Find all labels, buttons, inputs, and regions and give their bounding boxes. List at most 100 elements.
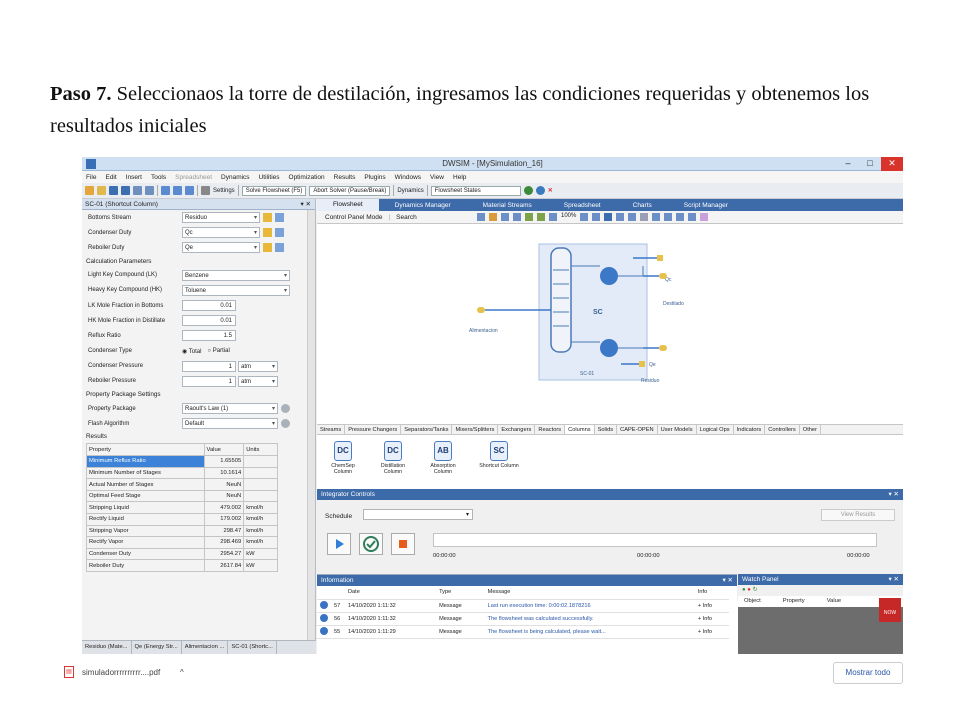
- settings-icon[interactable]: [281, 404, 290, 414]
- chemsep-column-item[interactable]: DC ChemSep Column: [323, 441, 363, 475]
- lk-select[interactable]: Benzene ▾: [182, 269, 290, 281]
- color-icon[interactable]: [700, 213, 709, 221]
- delete-icon[interactable]: ✕: [548, 187, 553, 194]
- radio-total[interactable]: ◉ Total: [182, 348, 201, 355]
- chevron-up-icon[interactable]: ^: [180, 668, 184, 677]
- more-info-button[interactable]: + Info: [694, 612, 729, 626]
- tab-columns[interactable]: Columns: [565, 425, 595, 434]
- refresh-icon[interactable]: ↻: [753, 587, 758, 593]
- tab-controllers[interactable]: Controllers: [765, 425, 800, 434]
- more-info-button[interactable]: + Info: [694, 599, 729, 613]
- layout-icon[interactable]: [616, 213, 625, 221]
- condenser-pressure-unit[interactable]: atm ▾: [238, 360, 278, 372]
- feed-stream-marker[interactable]: [477, 307, 485, 313]
- radio-partial[interactable]: ○ Partial: [207, 348, 229, 354]
- zoom-level[interactable]: 100%: [561, 213, 576, 221]
- tab-other[interactable]: Other: [800, 425, 821, 434]
- menu-help[interactable]: Help: [453, 174, 466, 181]
- pin-icon[interactable]: ▾ ✕: [888, 574, 899, 585]
- flash-algorithm-select[interactable]: Default ▾: [182, 418, 278, 430]
- zoom-icon[interactable]: [549, 213, 557, 221]
- layout-icon[interactable]: [161, 186, 170, 195]
- copy-icon[interactable]: [501, 213, 509, 221]
- menu-tools[interactable]: Tools: [151, 174, 166, 181]
- edit-icon[interactable]: [275, 228, 284, 238]
- control-panel-mode-button[interactable]: Control Panel Mode: [325, 211, 382, 223]
- maximize-button[interactable]: □: [859, 157, 881, 171]
- view-results-button[interactable]: View Results: [821, 509, 895, 521]
- hk-select[interactable]: Toluene ▾: [182, 284, 290, 296]
- lightning-icon[interactable]: [263, 213, 272, 223]
- table-row[interactable]: Stripping Vapor 298.47 kmol/h: [86, 524, 278, 538]
- tab-spreadsheet[interactable]: Spreadsheet: [548, 202, 617, 209]
- menu-spreadsheet[interactable]: Spreadsheet: [175, 174, 212, 181]
- table-row[interactable]: Minimum Reflux Ratio 1.65505: [86, 455, 278, 468]
- table-row[interactable]: Stripping Liquid 479.002 kmol/h: [86, 501, 278, 514]
- state-load-icon[interactable]: [535, 186, 545, 195]
- reboiler-icon[interactable]: [600, 339, 618, 357]
- settings-button[interactable]: Settings: [213, 188, 235, 194]
- tab-residuo[interactable]: Residuo (Mate...: [82, 641, 132, 654]
- settings-icon[interactable]: [281, 419, 290, 429]
- table-row[interactable]: Optimal Feed Stage NeuN: [86, 489, 278, 503]
- save-all-icon[interactable]: [121, 186, 130, 195]
- table-icon[interactable]: [185, 186, 194, 195]
- solve-button[interactable]: Solve Flowsheet (F5): [241, 185, 307, 196]
- menu-insert[interactable]: Insert: [126, 174, 142, 181]
- table-row[interactable]: Rectify Liquid 179.002 kmol/h: [86, 513, 278, 526]
- tab-dynamics-manager[interactable]: Dynamics Manager: [379, 202, 467, 209]
- tab-streams[interactable]: Streams: [317, 425, 346, 434]
- table-row[interactable]: 56 14/10/2020 1:11:32 Message The flowshee…: [317, 612, 729, 626]
- menu-file[interactable]: File: [86, 174, 96, 181]
- table-row[interactable]: 57 14/10/2020 1:11:32 Message Last run exe…: [317, 599, 729, 613]
- table-row[interactable]: Condenser Duty 2954.27 kW: [86, 547, 278, 561]
- tab-flowsheet[interactable]: Flowsheet: [317, 199, 379, 211]
- reflux-ratio-input[interactable]: 1.5: [182, 330, 236, 342]
- tab-material-streams[interactable]: Material Streams: [467, 202, 548, 209]
- tab-sc01[interactable]: SC-01 (Shortc...: [228, 641, 277, 654]
- lightning-icon[interactable]: [263, 228, 272, 238]
- reboiler-duty-select[interactable]: Qe ▾: [182, 242, 260, 254]
- reboiler-pressure-unit[interactable]: atm ▾: [238, 375, 278, 387]
- remove-icon[interactable]: ●: [747, 587, 751, 593]
- cut-icon[interactable]: [489, 213, 497, 221]
- tab-exchangers[interactable]: Exchangers: [498, 425, 536, 434]
- abort-button[interactable]: Abort Solver (Pause/Break): [309, 185, 391, 196]
- stop-button[interactable]: [391, 533, 415, 555]
- pin-icon[interactable]: ▾ ✕: [722, 575, 733, 586]
- shortcut-column-item[interactable]: SC Shortcut Column: [479, 441, 519, 469]
- menu-results[interactable]: Results: [334, 174, 356, 181]
- tab-alimentacion[interactable]: Alimentacion ...: [182, 641, 229, 654]
- tab-indicators[interactable]: Indicators: [734, 425, 766, 434]
- menu-utilities[interactable]: Utilities: [259, 174, 280, 181]
- distillation-column-item[interactable]: DC Distillation Column: [373, 441, 413, 475]
- table-row[interactable]: Minimum Number of Stages 10.1614: [86, 466, 278, 480]
- distribute-icon[interactable]: [688, 213, 697, 221]
- gear-icon[interactable]: [201, 186, 210, 195]
- menu-optimization[interactable]: Optimization: [289, 174, 325, 181]
- property-package-select[interactable]: Raoult's Law (1) ▾: [182, 403, 278, 415]
- menu-dynamics[interactable]: Dynamics: [221, 174, 250, 181]
- tab-mixers[interactable]: Mixers/Splitters: [452, 425, 499, 434]
- tab-pressure-changers[interactable]: Pressure Changers: [345, 425, 402, 434]
- realtime-button[interactable]: [359, 533, 383, 555]
- bottoms-stream-select[interactable]: Residuo ▾: [182, 212, 260, 224]
- undo-icon[interactable]: [525, 213, 533, 221]
- minimize-button[interactable]: –: [837, 157, 859, 171]
- copy-icon[interactable]: [145, 186, 154, 195]
- table-row[interactable]: Rectify Vapor 298.469 kmol/h: [86, 536, 278, 549]
- absorption-column-item[interactable]: AB Absorption Column: [423, 441, 463, 475]
- print-icon[interactable]: [628, 213, 637, 221]
- menu-view[interactable]: View: [430, 174, 444, 181]
- condenser-duty-select[interactable]: Qc ▾: [182, 227, 260, 239]
- tab-logical-ops[interactable]: Logical Ops: [697, 425, 734, 434]
- lk-fraction-input[interactable]: 0.01: [182, 300, 236, 312]
- search-button[interactable]: Search: [396, 211, 417, 223]
- residuo-stream-marker[interactable]: [659, 345, 667, 351]
- menu-edit[interactable]: Edit: [105, 174, 116, 181]
- zoom-out-icon[interactable]: [592, 213, 601, 221]
- state-save-icon[interactable]: [523, 186, 533, 195]
- schedule-select[interactable]: ▾: [363, 509, 473, 520]
- tab-solids[interactable]: Solids: [595, 425, 618, 434]
- add-icon[interactable]: ●: [742, 587, 746, 593]
